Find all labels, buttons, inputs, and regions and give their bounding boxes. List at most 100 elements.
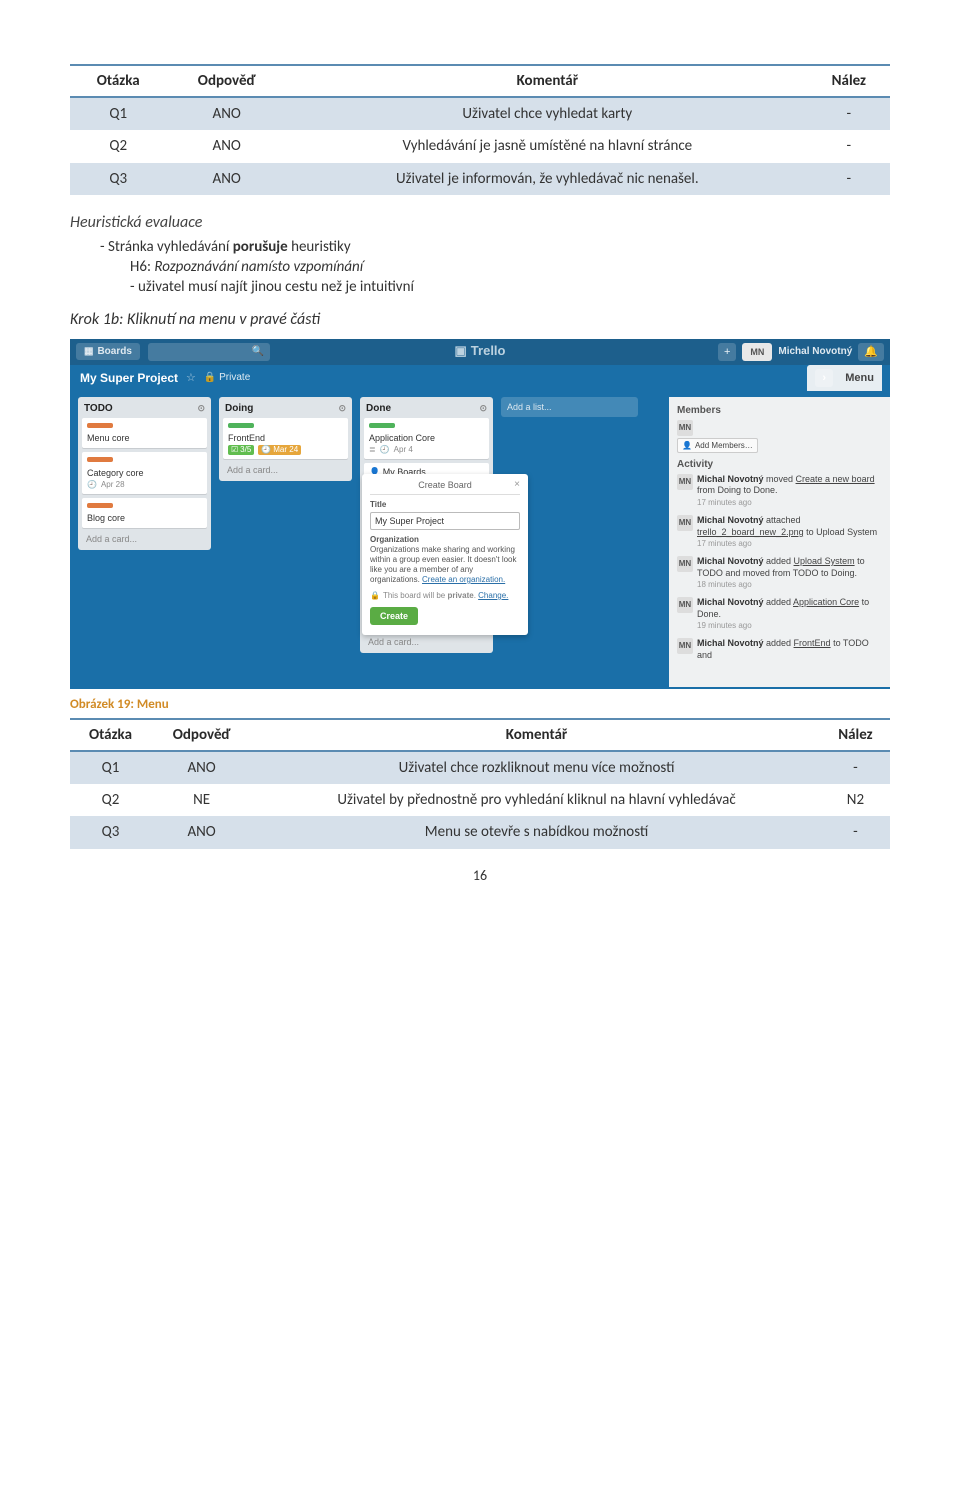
table-row: Q1 ANO Uživatel chce vyhledat karty - bbox=[70, 97, 890, 130]
th-otazka: Otázka bbox=[70, 719, 151, 751]
trello-screenshot: ▦ Boards 🔍 ▣ Trello + MN Michal Novotný … bbox=[70, 339, 890, 689]
boards-button[interactable]: ▦ Boards bbox=[76, 343, 140, 360]
list-menu-icon[interactable]: ⊙ bbox=[479, 403, 487, 414]
activity-item: MN Michal Novotný added Application Core… bbox=[677, 597, 882, 632]
list-doing: Doing ⊙ FrontEnd ☑3/5 🕘Mar 24 Add a card.… bbox=[219, 397, 352, 482]
trello-topbar: ▦ Boards 🔍 ▣ Trello + MN Michal Novotný … bbox=[70, 339, 890, 365]
table-row: Q2 NE Uživatel by přednostně pro vyhledá… bbox=[70, 784, 890, 816]
description-icon: ≣ bbox=[369, 445, 376, 455]
close-icon[interactable]: × bbox=[514, 479, 520, 492]
clock-icon: 🕘 bbox=[87, 480, 97, 490]
activity-item: MN Michal Novotný added FrontEnd to TODO… bbox=[677, 638, 882, 661]
bell-icon: 🔔 bbox=[864, 345, 878, 358]
card-label bbox=[87, 423, 113, 428]
board-title-input[interactable] bbox=[370, 512, 520, 530]
member-avatar[interactable]: MN bbox=[677, 420, 693, 436]
menu-button[interactable]: › Menu bbox=[807, 365, 882, 391]
add-list-button[interactable]: Add a list... bbox=[501, 397, 638, 417]
table-heuristic-2: Otázka Odpověď Komentář Nález Q1 ANO Uži… bbox=[70, 718, 890, 849]
activity-item: MN Michal Novotný attached trello_2_boar… bbox=[677, 515, 882, 550]
search-icon: 🔍 bbox=[251, 346, 263, 357]
activity-avatar: MN bbox=[677, 638, 693, 654]
trello-icon: ▣ bbox=[455, 343, 467, 359]
board-title[interactable]: My Super Project bbox=[80, 371, 178, 385]
list-menu-icon[interactable]: ⊙ bbox=[197, 403, 205, 414]
lock-icon: 🔒 bbox=[370, 591, 380, 601]
th-nalez: Nález bbox=[821, 719, 890, 751]
star-icon[interactable]: ☆ bbox=[186, 371, 196, 384]
activity-avatar: MN bbox=[677, 556, 693, 572]
create-button[interactable]: Create bbox=[370, 607, 418, 625]
activity-avatar: MN bbox=[677, 474, 693, 490]
krok-title: Krok 1b: Kliknutí na menu v pravé části bbox=[70, 310, 890, 329]
card-label bbox=[228, 423, 254, 428]
th-odpoved: Odpověď bbox=[151, 719, 252, 751]
activity-item: MN Michal Novotný moved Create a new boa… bbox=[677, 474, 882, 509]
page-number: 16 bbox=[70, 867, 890, 884]
card[interactable]: Blog core bbox=[82, 498, 207, 529]
add-card-link[interactable]: Add a card... bbox=[223, 463, 348, 477]
th-komentar: Komentář bbox=[252, 719, 821, 751]
chevron-right-icon: › bbox=[815, 369, 833, 387]
card[interactable]: Menu core bbox=[82, 418, 207, 449]
clock-icon: 🕘 bbox=[380, 445, 390, 455]
change-privacy-link[interactable]: Change. bbox=[478, 591, 508, 600]
card[interactable]: Category core 🕘Apr 28 bbox=[82, 452, 207, 494]
privacy-note: 🔒This board will be private. Change. bbox=[370, 591, 520, 601]
boards-icon: ▦ bbox=[84, 346, 93, 357]
heuristic-sub2: - uživatel musí najít jinou cestu než je… bbox=[130, 278, 890, 296]
activity-heading: Activity bbox=[677, 459, 882, 470]
card-label bbox=[369, 423, 395, 428]
user-avatar[interactable]: MN bbox=[742, 343, 772, 361]
add-card-link[interactable]: Add a card... bbox=[82, 532, 207, 546]
th-nalez: Nález bbox=[808, 65, 890, 97]
list-todo: TODO ⊙ Menu core Category core 🕘Apr 28 Bl… bbox=[78, 397, 211, 551]
activity-link[interactable]: trello_2_board_new_2.png bbox=[697, 527, 804, 537]
activity-link[interactable]: Create a new board bbox=[796, 474, 875, 484]
heuristic-sub1: H6: Rozpoznávání namísto vzpomínání bbox=[130, 258, 890, 276]
create-board-dialog: Create Board× Title Organization Organiz… bbox=[362, 474, 528, 635]
th-odpoved: Odpověď bbox=[166, 65, 287, 97]
create-org-link[interactable]: Create an organization. bbox=[422, 575, 505, 584]
card[interactable]: FrontEnd ☑3/5 🕘Mar 24 bbox=[223, 418, 348, 460]
add-members-button[interactable]: 👤Add Members… bbox=[677, 438, 758, 453]
organization-label: Organization bbox=[370, 535, 520, 545]
table-row: Q1 ANO Uživatel chce rozkliknout menu ví… bbox=[70, 751, 890, 784]
activity-link[interactable]: Upload System bbox=[794, 556, 855, 566]
lock-icon: 🔒 bbox=[204, 372, 216, 383]
th-komentar: Komentář bbox=[287, 65, 808, 97]
list-title[interactable]: Done bbox=[366, 403, 391, 414]
title-field-label: Title bbox=[370, 500, 520, 510]
activity-avatar: MN bbox=[677, 597, 693, 613]
card-label bbox=[87, 503, 113, 508]
table-heuristic-1: Otázka Odpověď Komentář Nález Q1 ANO Uži… bbox=[70, 64, 890, 195]
activity-link[interactable]: Application Core bbox=[793, 597, 859, 607]
activity-avatar: MN bbox=[677, 515, 693, 531]
menu-panel: Members MN 👤Add Members… Activity MN Mic… bbox=[669, 397, 890, 687]
table-row: Q2 ANO Vyhledávání je jasně umístěné na … bbox=[70, 130, 890, 162]
user-plus-icon: 👤 bbox=[682, 441, 692, 450]
create-button[interactable]: + bbox=[718, 343, 736, 361]
card-label bbox=[87, 457, 113, 462]
card[interactable]: Application Core ≣🕘Apr 4 bbox=[364, 418, 489, 460]
checklist-icon: ☑ bbox=[231, 445, 238, 455]
table-row: Q3 ANO Menu se otevře s nabídkou možnost… bbox=[70, 816, 890, 848]
privacy-indicator[interactable]: 🔒 Private bbox=[204, 372, 250, 383]
activity-link[interactable]: FrontEnd bbox=[794, 638, 831, 648]
list-title[interactable]: Doing bbox=[225, 403, 253, 414]
list-title[interactable]: TODO bbox=[84, 403, 113, 414]
figure-caption: Obrázek 19: Menu bbox=[70, 697, 890, 712]
dialog-title: Create Board bbox=[418, 480, 472, 490]
board-header: My Super Project ☆ 🔒 Private › Menu bbox=[70, 365, 890, 391]
th-otazka: Otázka bbox=[70, 65, 166, 97]
notifications-button[interactable]: 🔔 bbox=[858, 343, 884, 361]
trello-logo[interactable]: ▣ Trello bbox=[455, 343, 506, 359]
user-name[interactable]: Michal Novotný bbox=[778, 346, 852, 357]
add-card-link[interactable]: Add a card... bbox=[364, 635, 489, 649]
list-menu-icon[interactable]: ⊙ bbox=[338, 403, 346, 414]
table-row: Q3 ANO Uživatel je informován, že vyhled… bbox=[70, 163, 890, 195]
heuristic-heading: Heuristická evaluace bbox=[70, 213, 890, 232]
search-input[interactable]: 🔍 bbox=[148, 343, 270, 361]
plus-icon: + bbox=[724, 346, 730, 358]
heuristic-line: Stránka vyhledávání porušuje heuristiky bbox=[100, 238, 890, 256]
